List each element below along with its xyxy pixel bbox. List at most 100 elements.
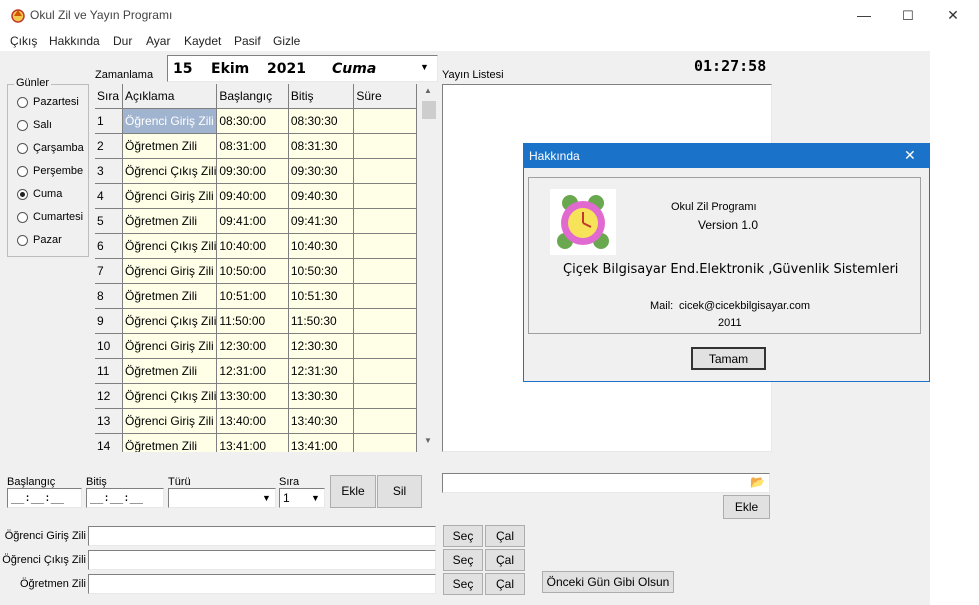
- scroll-up-icon[interactable]: ▲: [424, 86, 432, 95]
- table-cell[interactable]: [353, 258, 417, 284]
- table-cell[interactable]: 13:30:00: [216, 383, 289, 409]
- table-cell[interactable]: 09:41:00: [216, 208, 289, 234]
- day-radio-2[interactable]: [17, 143, 28, 154]
- table-cell[interactable]: 1: [95, 108, 124, 134]
- table-scrollbar[interactable]: ▲ ▼: [420, 84, 438, 452]
- table-cell[interactable]: [353, 158, 417, 184]
- about-ok-button[interactable]: Tamam: [691, 347, 766, 370]
- table-cell[interactable]: 12:30:30: [288, 333, 355, 359]
- table-cell[interactable]: [353, 383, 417, 409]
- column-header[interactable]: Bitiş: [288, 84, 355, 109]
- table-cell[interactable]: 10:51:30: [288, 283, 355, 309]
- scroll-thumb[interactable]: [422, 101, 436, 119]
- table-cell[interactable]: [353, 133, 417, 159]
- table-cell[interactable]: 08:30:30: [288, 108, 355, 134]
- table-cell[interactable]: Öğrenci Çıkış Zili: [122, 308, 218, 334]
- date-picker[interactable]: 15 Ekim 2021 Cuma ▼: [167, 55, 438, 82]
- column-header[interactable]: Başlangıç: [216, 84, 289, 109]
- table-cell[interactable]: 7: [95, 258, 124, 284]
- day-radio-3[interactable]: [17, 166, 28, 177]
- table-row[interactable]: 3 Öğrenci Çıkış Zili 09:30:00 09:30:30: [95, 158, 417, 184]
- day-radio-6[interactable]: [17, 235, 28, 246]
- table-cell[interactable]: 12:30:00: [216, 333, 289, 359]
- table-cell[interactable]: 12:31:00: [216, 358, 289, 384]
- table-cell[interactable]: 08:30:00: [216, 108, 289, 134]
- table-cell[interactable]: Öğrenci Çıkış Zili: [122, 158, 218, 184]
- schedule-table[interactable]: Sıra Açıklama Başlangıç Bitiş Süre 1 Öğrenci …: [95, 84, 417, 452]
- cal-button[interactable]: Çal: [485, 525, 525, 547]
- table-cell[interactable]: Öğrenci Giriş Zili: [122, 408, 218, 434]
- menu-pasif[interactable]: Pasif: [234, 34, 261, 48]
- table-cell[interactable]: 4: [95, 183, 124, 209]
- ekle-button[interactable]: Ekle: [330, 475, 376, 508]
- table-cell[interactable]: 2: [95, 133, 124, 159]
- menu-cikis[interactable]: Çıkış: [10, 34, 37, 48]
- menu-ayar[interactable]: Ayar: [146, 34, 170, 48]
- bell-file-input[interactable]: [88, 526, 436, 546]
- day-radio-1[interactable]: [17, 120, 28, 131]
- table-cell[interactable]: 13:40:00: [216, 408, 289, 434]
- table-cell[interactable]: 14: [95, 433, 124, 452]
- close-button[interactable]: ✕: [930, 0, 976, 31]
- table-cell[interactable]: Öğretmen Zili: [122, 433, 218, 452]
- table-cell[interactable]: 10: [95, 333, 124, 359]
- bell-file-input[interactable]: [88, 574, 436, 594]
- sira-dropdown-icon[interactable]: ▼: [311, 493, 320, 503]
- table-cell[interactable]: 11:50:30: [288, 308, 355, 334]
- day-radio-5[interactable]: [17, 212, 28, 223]
- table-cell[interactable]: Öğrenci Giriş Zili: [122, 183, 218, 209]
- sira-select[interactable]: 1 ▼: [279, 488, 325, 508]
- table-cell[interactable]: 13: [95, 408, 124, 434]
- table-cell[interactable]: 11: [95, 358, 124, 384]
- table-cell[interactable]: 6: [95, 233, 124, 259]
- table-cell[interactable]: Öğretmen Zili: [122, 283, 218, 309]
- table-cell[interactable]: 3: [95, 158, 124, 184]
- table-cell[interactable]: [353, 408, 417, 434]
- table-cell[interactable]: 10:40:00: [216, 233, 289, 259]
- table-cell[interactable]: Öğretmen Zili: [122, 133, 218, 159]
- table-cell[interactable]: 10:40:30: [288, 233, 355, 259]
- table-cell[interactable]: 12:31:30: [288, 358, 355, 384]
- table-cell[interactable]: 10:50:30: [288, 258, 355, 284]
- menu-kaydet[interactable]: Kaydet: [184, 34, 221, 48]
- open-folder-icon[interactable]: 📂: [750, 475, 765, 489]
- sil-button[interactable]: Sil: [377, 475, 422, 508]
- table-cell[interactable]: 13:41:00: [216, 433, 289, 452]
- table-cell[interactable]: [353, 183, 417, 209]
- table-cell[interactable]: 13:40:30: [288, 408, 355, 434]
- table-cell[interactable]: Öğretmen Zili: [122, 208, 218, 234]
- onceki-gun-button[interactable]: Önceki Gün Gibi Olsun: [542, 571, 674, 593]
- table-cell[interactable]: 13:30:30: [288, 383, 355, 409]
- menu-gizle[interactable]: Gizle: [273, 34, 300, 48]
- table-row[interactable]: 12 Öğrenci Çıkış Zili 13:30:00 13:30:30: [95, 383, 417, 409]
- day-radio-0[interactable]: [17, 97, 28, 108]
- bitis-input[interactable]: __:__:__: [86, 488, 164, 508]
- table-cell[interactable]: 09:40:30: [288, 183, 355, 209]
- table-row[interactable]: 11 Öğretmen Zili 12:31:00 12:31:30: [95, 358, 417, 384]
- table-cell[interactable]: Öğretmen Zili: [122, 358, 218, 384]
- sec-button[interactable]: Seç: [443, 549, 483, 571]
- menu-dur[interactable]: Dur: [113, 34, 132, 48]
- table-cell[interactable]: [353, 108, 417, 134]
- table-cell[interactable]: 10:51:00: [216, 283, 289, 309]
- table-row[interactable]: 14 Öğretmen Zili 13:41:00 13:41:00: [95, 433, 417, 452]
- table-row[interactable]: 2 Öğretmen Zili 08:31:00 08:31:30: [95, 133, 417, 159]
- table-row[interactable]: 1 Öğrenci Giriş Zili 08:30:00 08:30:30: [95, 108, 417, 134]
- yayin-ekle-button[interactable]: Ekle: [723, 495, 770, 519]
- table-cell[interactable]: [353, 233, 417, 259]
- sec-button[interactable]: Seç: [443, 525, 483, 547]
- cal-button[interactable]: Çal: [485, 549, 525, 571]
- table-cell[interactable]: 09:40:00: [216, 183, 289, 209]
- table-cell[interactable]: 09:41:30: [288, 208, 355, 234]
- table-cell[interactable]: [353, 433, 417, 452]
- table-row[interactable]: 8 Öğretmen Zili 10:51:00 10:51:30: [95, 283, 417, 309]
- column-header[interactable]: Süre: [353, 84, 417, 109]
- scroll-down-icon[interactable]: ▼: [424, 436, 432, 445]
- broadcast-file-input[interactable]: 📂: [442, 473, 770, 493]
- bell-file-input[interactable]: [88, 550, 436, 570]
- table-row[interactable]: 13 Öğrenci Giriş Zili 13:40:00 13:40:30: [95, 408, 417, 434]
- table-row[interactable]: 4 Öğrenci Giriş Zili 09:40:00 09:40:30: [95, 183, 417, 209]
- table-cell[interactable]: [353, 208, 417, 234]
- menu-hakkinda[interactable]: Hakkında: [49, 34, 100, 48]
- table-cell[interactable]: [353, 308, 417, 334]
